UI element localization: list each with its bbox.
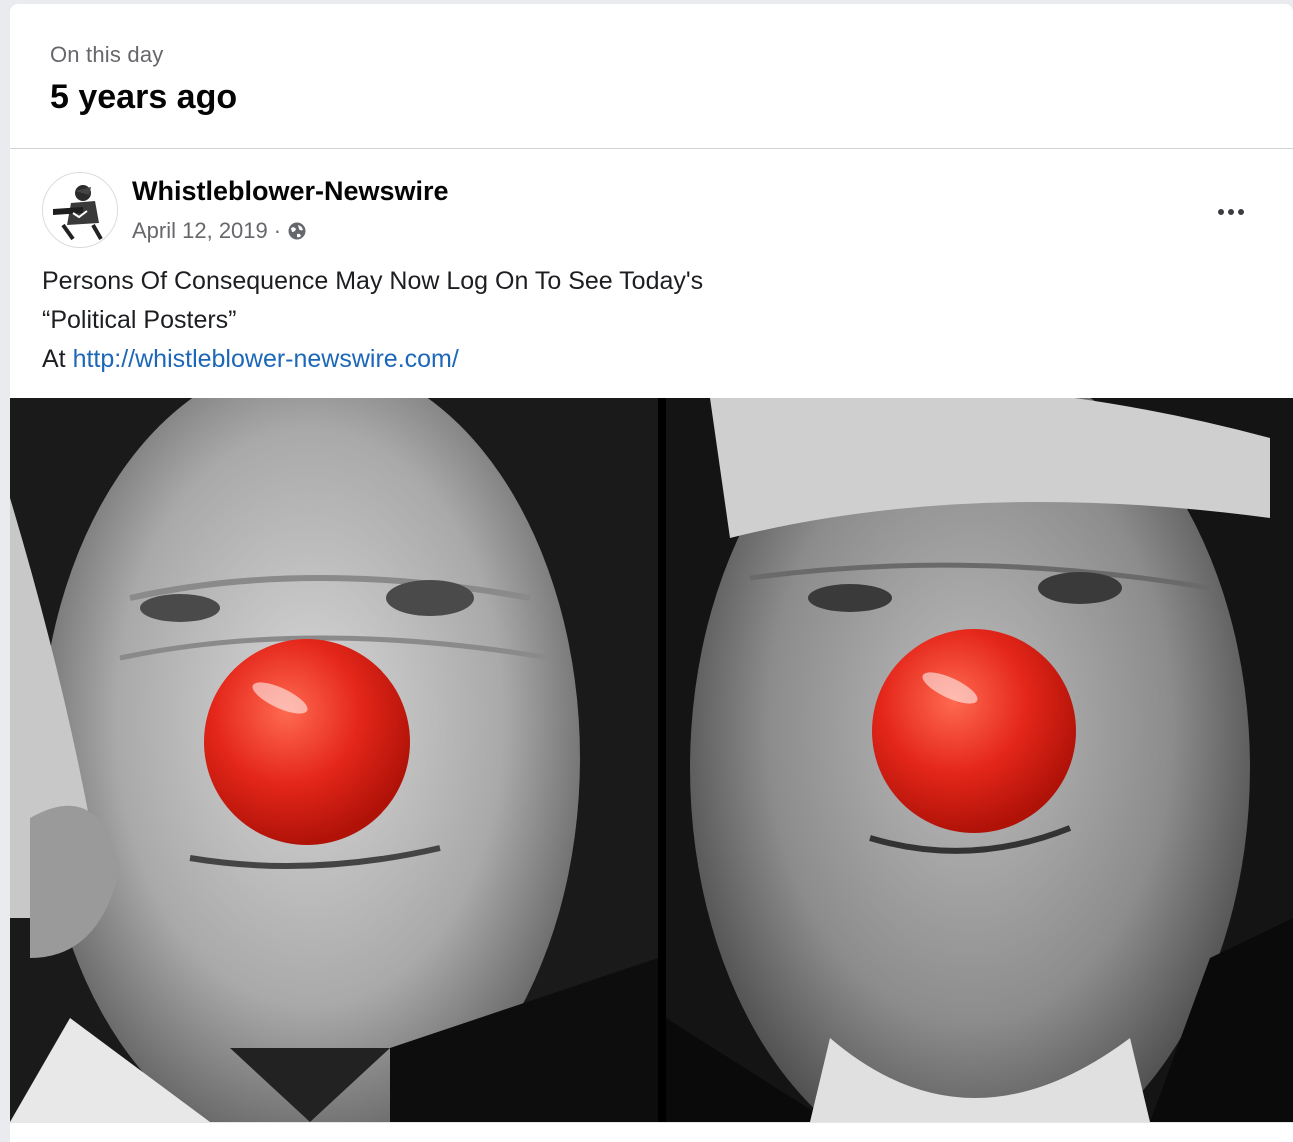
- photo-illustration: [10, 398, 1293, 1122]
- post-text-prefix: At: [42, 345, 73, 373]
- more-dot: [1228, 209, 1234, 215]
- more-dot: [1238, 209, 1244, 215]
- more-options-button[interactable]: [1211, 198, 1251, 226]
- memory-title: 5 years ago: [50, 78, 238, 116]
- memory-card: On this day 5 years ago Whistleblower-Ne…: [10, 4, 1293, 1142]
- page-avatar[interactable]: [42, 172, 118, 248]
- avatar-illustration-icon: [43, 173, 117, 247]
- post-text: Persons Of Consequence May Now Log On To…: [42, 262, 703, 379]
- globe-icon: [288, 222, 306, 240]
- memory-kicker: On this day: [50, 42, 164, 67]
- post-header: Whistleblower-Newswire April 12, 2019 ·: [10, 164, 1293, 254]
- page-name-link[interactable]: Whistleblower-Newswire: [132, 176, 449, 207]
- meta-separator: ·: [273, 218, 282, 243]
- post-text-line1: Persons Of Consequence May Now Log On To…: [42, 267, 704, 295]
- post-text-line2: “Political Posters”: [42, 306, 237, 334]
- post-date[interactable]: April 12, 2019: [132, 218, 268, 244]
- post-link[interactable]: http://whistleblower-newswire.com/: [73, 345, 459, 373]
- post-footer-strip: [10, 1122, 1293, 1142]
- post-photo[interactable]: [10, 398, 1293, 1122]
- post-text-line3: At http://whistleblower-newswire.com/: [42, 340, 703, 379]
- post-meta: April 12, 2019 ·: [132, 218, 307, 244]
- more-options-icon: [1218, 209, 1224, 215]
- memory-header: On this day 5 years ago: [10, 4, 1293, 149]
